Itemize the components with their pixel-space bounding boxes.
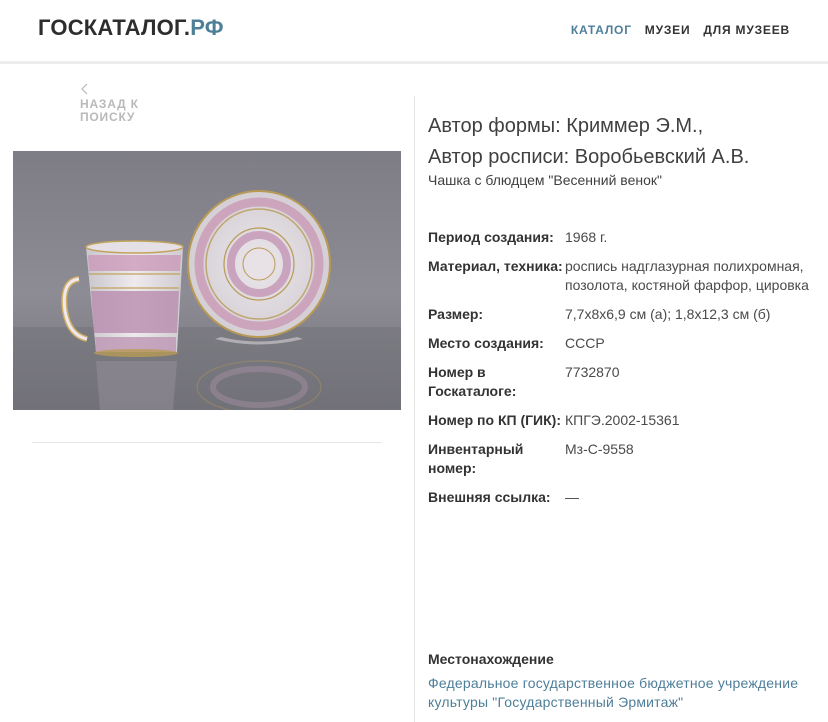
property-value: КПГЭ.2002-15361 xyxy=(565,412,680,428)
property-label: Внешняя ссылка: xyxy=(428,489,551,505)
left-column-divider xyxy=(32,442,382,443)
location-museum-link[interactable]: Федеральное государственное бюджетное уч… xyxy=(428,674,823,712)
back-to-search-label: НАЗАД К ПОИСКУ xyxy=(80,97,139,124)
properties-table: Период создания: 1968 г. Материал, техни… xyxy=(428,228,823,517)
column-divider xyxy=(414,96,415,722)
chevron-left-icon xyxy=(81,83,88,95)
property-label: Номер в Госкаталоге: xyxy=(428,364,517,399)
property-label: Размер: xyxy=(428,306,484,322)
object-name: Чашка с блюдцем "Весенний венок" xyxy=(428,172,662,188)
site-header: ГОСКАТАЛОГ.РФ КАТАЛОГ МУЗЕИ ДЛЯ МУЗЕЕВ xyxy=(0,0,828,62)
property-label: Место создания: xyxy=(428,335,544,351)
property-value: 7732870 xyxy=(565,364,620,380)
property-value: роспись надглазурная полихромная, позоло… xyxy=(565,258,809,293)
property-value: 7,7x8x6,9 см (а); 1,8x12,3 см (б) xyxy=(565,306,771,322)
property-row: Номер по КП (ГИК): КПГЭ.2002-15361 xyxy=(428,411,823,430)
logo-tld-text: РФ xyxy=(190,15,224,40)
property-label: Инвентарный номер: xyxy=(428,441,524,476)
logo-main-text: ГОСКАТАЛОГ. xyxy=(38,15,191,40)
nav-item-for-museums[interactable]: ДЛЯ МУЗЕЕВ xyxy=(703,23,790,37)
property-label: Номер по КП (ГИК): xyxy=(428,412,561,428)
title-painting-author: Автор росписи: Воробьевский А.В. xyxy=(428,146,750,168)
nav-item-catalog[interactable]: КАТАЛОГ xyxy=(571,23,632,37)
title-form-author: Автор формы: Криммер Э.М., xyxy=(428,115,704,137)
property-row: Материал, техника: роспись надглазурная … xyxy=(428,257,823,295)
site-logo[interactable]: ГОСКАТАЛОГ.РФ xyxy=(38,15,224,41)
property-value: СССР xyxy=(565,335,605,351)
property-value: Мз-С-9558 xyxy=(565,441,634,457)
property-row: Внешняя ссылка: — xyxy=(428,488,823,507)
main-nav: КАТАЛОГ МУЗЕИ ДЛЯ МУЗЕЕВ xyxy=(571,23,790,37)
property-value: — xyxy=(565,489,579,505)
header-divider xyxy=(0,61,828,64)
property-label: Материал, техника: xyxy=(428,258,563,274)
property-value: 1968 г. xyxy=(565,229,608,245)
property-label: Период создания: xyxy=(428,229,554,245)
location-heading: Местонахождение xyxy=(428,651,554,667)
property-row: Размер: 7,7x8x6,9 см (а); 1,8x12,3 см (б… xyxy=(428,305,823,324)
property-row: Инвентарный номер: Мз-С-9558 xyxy=(428,440,823,478)
property-row: Место создания: СССР xyxy=(428,334,823,353)
object-title: Автор формы: Криммер Э.М., Автор росписи… xyxy=(428,111,823,173)
object-photo[interactable] xyxy=(13,151,401,410)
nav-item-museums[interactable]: МУЗЕИ xyxy=(645,23,691,37)
property-row: Номер в Госкаталоге: 7732870 xyxy=(428,363,823,401)
property-row: Период создания: 1968 г. xyxy=(428,228,823,247)
